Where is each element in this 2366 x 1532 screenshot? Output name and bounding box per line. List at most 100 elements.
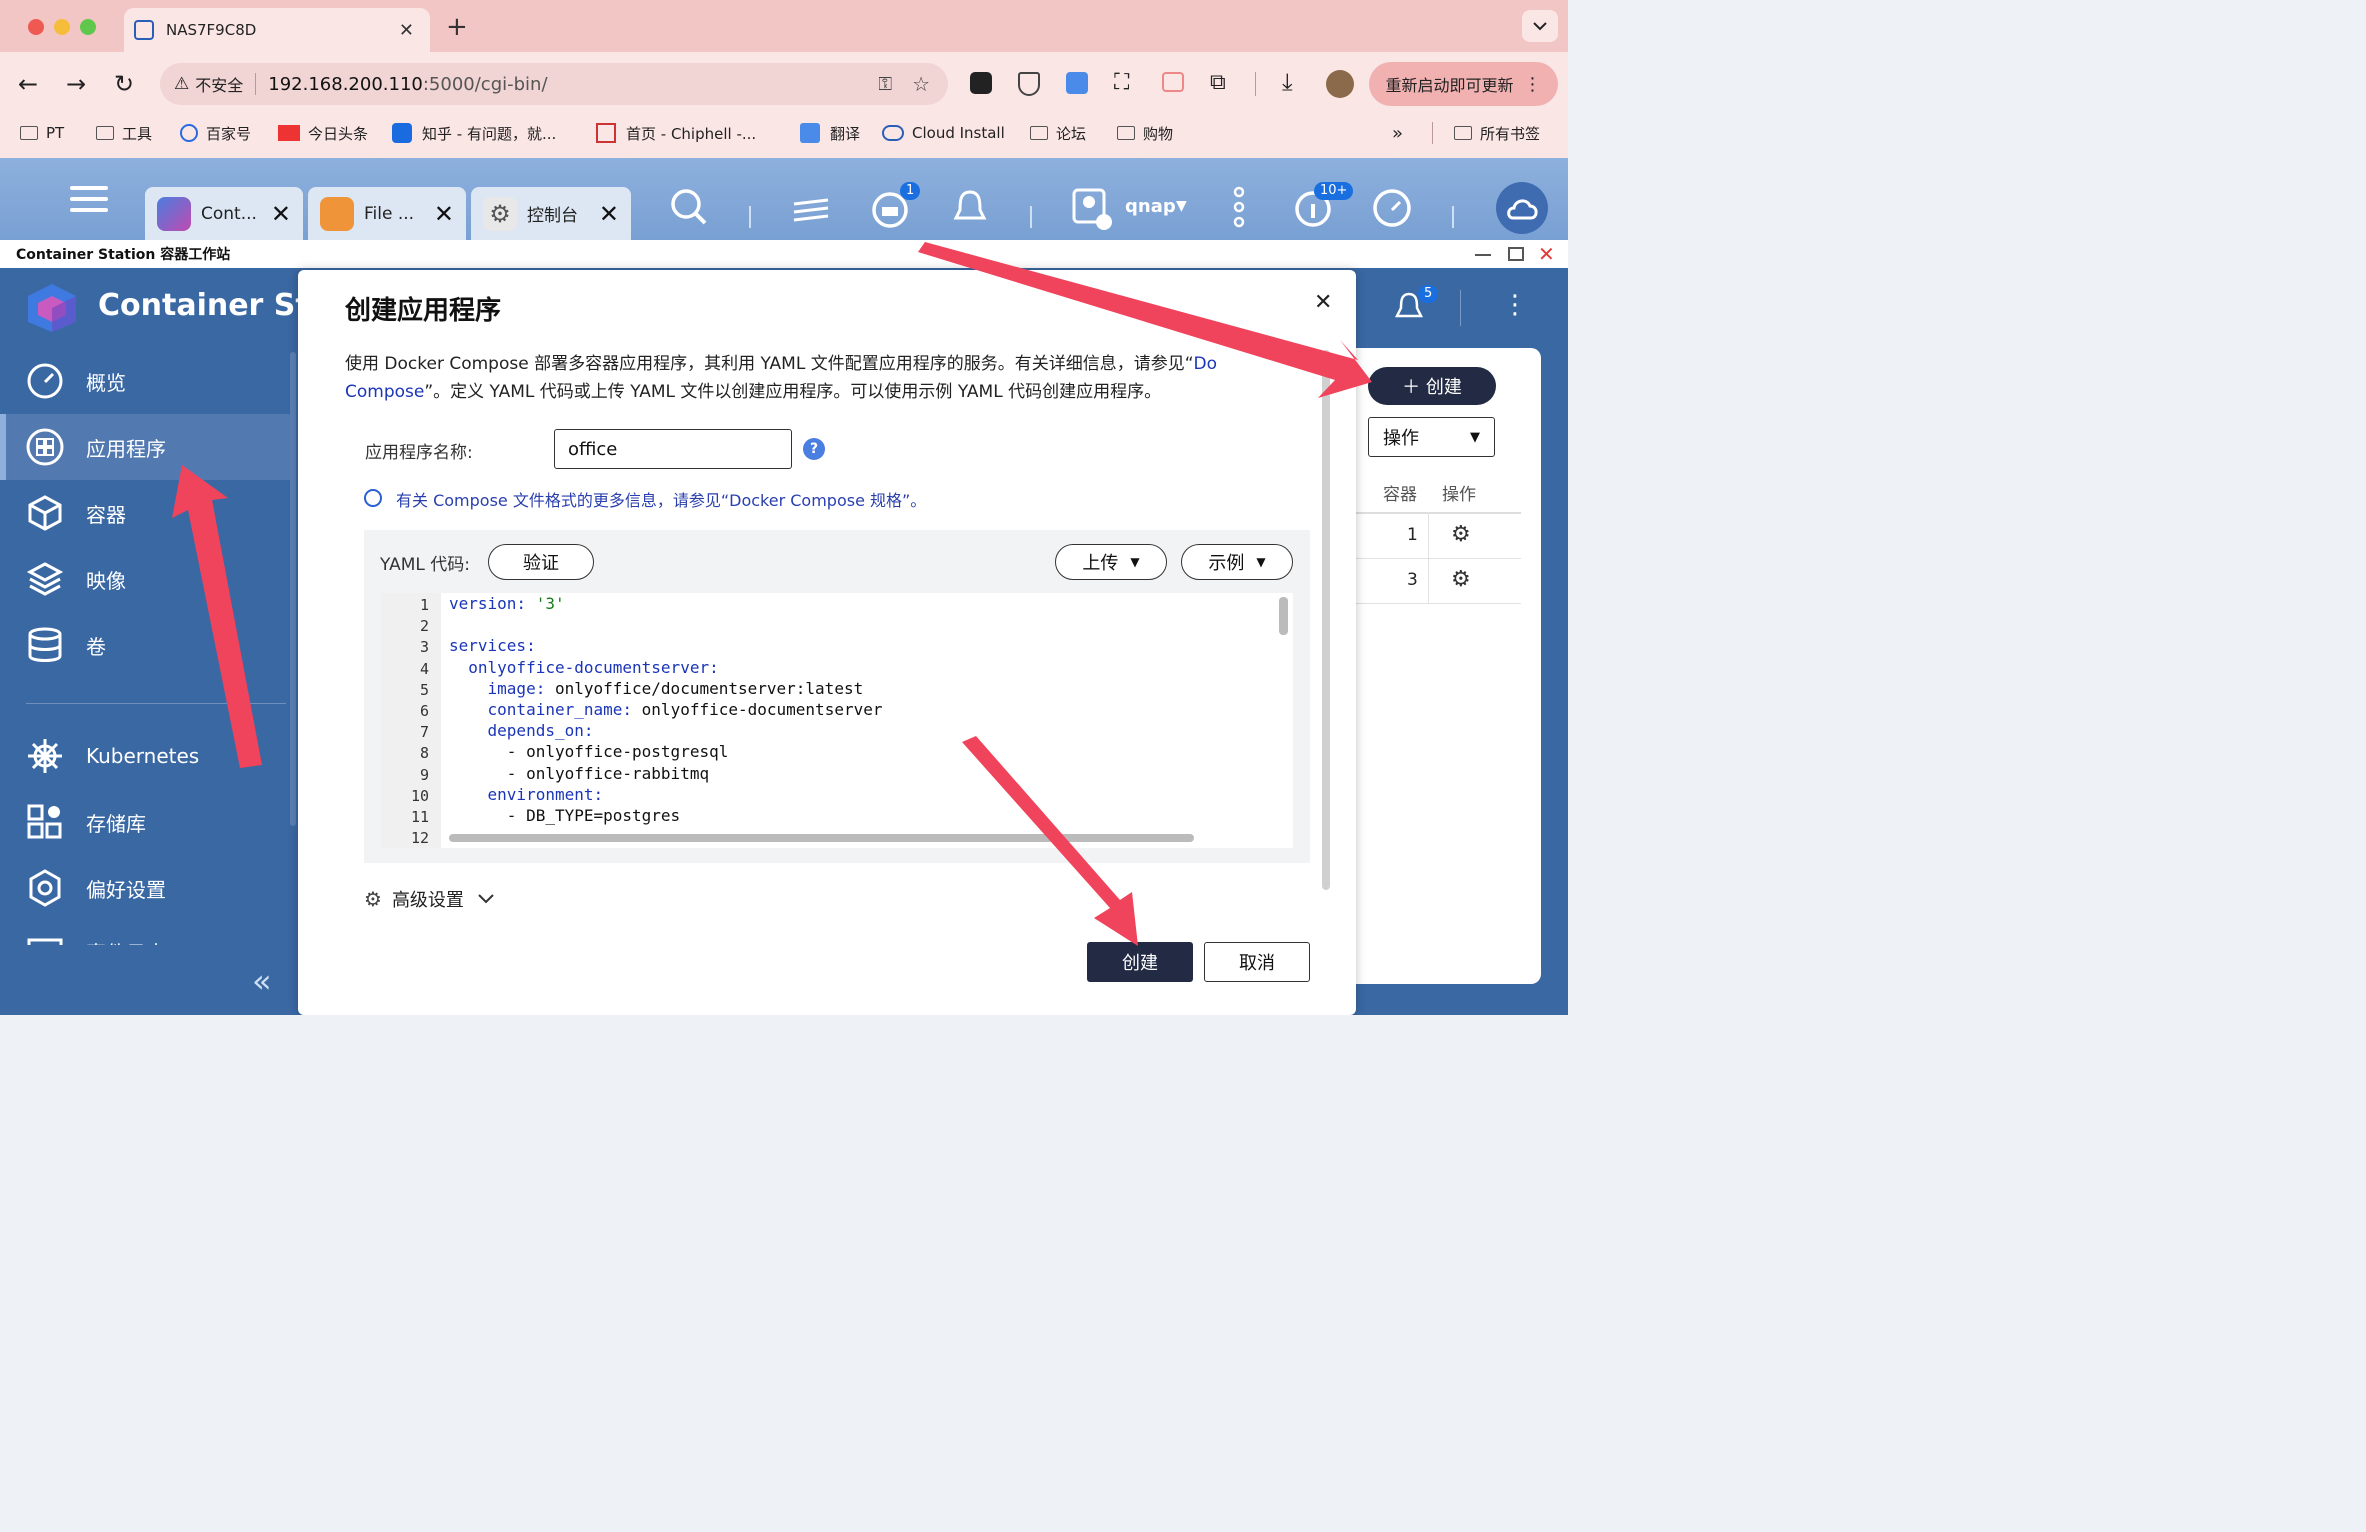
window-maximize-icon[interactable] [1508, 247, 1524, 261]
username[interactable]: qnap [1125, 196, 1176, 217]
sidebar-item-label: 卷 [86, 634, 106, 659]
close-icon[interactable]: ✕ [599, 200, 619, 228]
create-app-button[interactable]: ＋ 创建 [1368, 367, 1496, 405]
row-settings-gear-icon[interactable]: ⚙ [1451, 567, 1471, 592]
bookmark-label: Cloud Install [912, 124, 1005, 142]
qts-tab-control-panel[interactable]: ⚙ 控制台 ✕ [471, 187, 631, 240]
screenshot-extension-icon[interactable]: ⛶ [1114, 70, 1129, 95]
table-row-line [1356, 558, 1521, 559]
dashboard-gauge-icon[interactable] [1372, 188, 1412, 234]
upload-button[interactable]: 上传 ▼ [1055, 544, 1167, 580]
close-window-button[interactable] [28, 19, 44, 35]
chevron-down-icon: ▼ [1470, 429, 1480, 445]
more-vertical-icon: ⋮ [1523, 73, 1542, 95]
bookmark-toutiao[interactable]: 今日头条 [278, 121, 368, 145]
dialog-cancel-button[interactable]: 取消 [1204, 942, 1310, 982]
example-button[interactable]: 示例 ▼ [1181, 544, 1293, 580]
stack-icon[interactable] [792, 190, 830, 230]
bookmark-zhihu[interactable]: 知乎 - 有问题，就... [392, 121, 556, 145]
puzzle-extensions-icon[interactable]: ⧉ [1210, 70, 1226, 95]
bookmark-translate[interactable]: 翻译 [800, 121, 860, 145]
sidebar-item-label: 事件日志 [86, 937, 166, 945]
bookmark-baijiahao[interactable]: 百家号 [180, 121, 251, 145]
warning-icon: ⚠ [174, 74, 190, 94]
minimize-window-button[interactable] [54, 19, 70, 35]
sidebar-item-repository[interactable]: 存储库 [0, 789, 290, 855]
header-more-icon[interactable]: ⋮ [1502, 290, 1528, 320]
help-icon[interactable]: ? [803, 438, 825, 460]
forward-icon[interactable]: → [66, 70, 86, 98]
sidebar-scrollbar[interactable] [290, 352, 296, 826]
new-tab-button[interactable]: + [446, 12, 468, 42]
window-close-icon[interactable]: ✕ [1538, 242, 1555, 266]
docker-compose-link[interactable]: Do [1194, 354, 1218, 374]
bookmark-cloud-install[interactable]: Cloud Install [882, 121, 1005, 145]
line-number: 8 [419, 744, 429, 763]
user-icon[interactable] [1072, 188, 1112, 236]
app-name-input[interactable] [554, 429, 792, 469]
dialog-create-button[interactable]: 创建 [1087, 942, 1193, 982]
bell-icon[interactable] [952, 188, 988, 232]
docker-compose-link[interactable]: Compose [345, 382, 424, 402]
qts-tab-file-station[interactable]: File ... ✕ [308, 187, 466, 240]
bookmark-chiphell[interactable]: 首页 - Chiphell -... [596, 121, 756, 145]
col-header-containers[interactable]: 容器 [1383, 480, 1417, 505]
address-bar[interactable]: ⚠ 不安全 192.168.200.110 :5000/cgi-bin/ ⚿ ☆ [160, 63, 948, 105]
sidebar-item-images[interactable]: 映像 [0, 546, 290, 612]
compose-spec-link[interactable]: Docker Compose 规格 [729, 491, 902, 510]
bookmark-pt[interactable]: PT [20, 121, 64, 145]
download-icon[interactable]: ⤓ [1282, 68, 1293, 96]
bookmarks-separator [1432, 122, 1433, 144]
dialog-scrollbar[interactable] [1322, 350, 1330, 890]
code-vertical-scrollbar[interactable] [1279, 597, 1288, 635]
sidebar-item-event-log[interactable]: 事件日志 [0, 921, 290, 945]
browser-tab[interactable]: NAS7F9C8D ✕ [124, 8, 430, 52]
close-tab-icon[interactable]: ✕ [399, 20, 414, 41]
sidebar-item-containers[interactable]: 容器 [0, 480, 290, 546]
window-minimize-icon[interactable] [1475, 254, 1491, 256]
user-dropdown-icon[interactable]: ▼ [1176, 198, 1187, 214]
sidebar-item-overview[interactable]: 概览 [0, 348, 290, 414]
sidebar-item-volumes[interactable]: 卷 [0, 612, 290, 678]
sidebar-item-preferences[interactable]: 偏好设置 [0, 855, 290, 921]
close-icon[interactable]: ✕ [434, 200, 454, 228]
myqnapcloud-icon[interactable] [1496, 182, 1548, 234]
bitwarden-icon[interactable] [1018, 72, 1040, 96]
code-horizontal-scrollbar[interactable] [449, 834, 1194, 842]
more-options-icon[interactable] [1232, 186, 1246, 234]
line-number: 6 [419, 702, 429, 720]
reload-icon[interactable]: ↻ [114, 70, 134, 98]
bookmark-star-icon[interactable]: ☆ [912, 72, 930, 96]
close-icon[interactable]: ✕ [271, 200, 291, 228]
validate-button[interactable]: 验证 [488, 544, 594, 580]
search-icon[interactable] [670, 188, 708, 232]
dialog-close-icon[interactable]: ✕ [1314, 290, 1332, 315]
key-icon[interactable]: ⚿ [878, 74, 892, 95]
main-menu-icon[interactable] [70, 186, 108, 222]
code-line: environment: [449, 785, 604, 804]
bookmark-label: 工具 [122, 124, 153, 143]
all-bookmarks[interactable]: 所有书签 [1454, 121, 1540, 145]
container-station-app-icon [157, 196, 191, 231]
qts-tab-container-station[interactable]: Cont... ✕ [145, 187, 303, 240]
profile-avatar[interactable] [1326, 70, 1354, 98]
sidebar-item-kubernetes[interactable]: Kubernetes [0, 723, 290, 789]
bookmark-forum[interactable]: 论坛 [1030, 121, 1086, 145]
bookmark-tools[interactable]: 工具 [96, 121, 152, 145]
back-icon[interactable]: ← [18, 70, 38, 98]
chevron-down-icon: ▼ [1130, 555, 1140, 569]
advanced-settings-toggle[interactable]: ⚙ 高级设置 [364, 886, 494, 912]
collapse-sidebar-icon[interactable]: « [252, 962, 272, 1000]
sidebar-item-applications[interactable]: 应用程序 [0, 414, 290, 480]
bookmarks-overflow-button[interactable]: » [1392, 121, 1403, 145]
zoom-window-button[interactable] [80, 19, 96, 35]
folder-icon [1454, 126, 1472, 140]
tab-list-button[interactable] [1522, 10, 1558, 42]
translate-extension-icon[interactable] [1066, 72, 1088, 94]
tv-extension-icon[interactable] [1162, 72, 1184, 92]
row-settings-gear-icon[interactable]: ⚙ [1451, 522, 1471, 547]
actions-select[interactable]: 操作 ▼ [1368, 417, 1495, 457]
extension-icon[interactable] [970, 72, 992, 94]
relaunch-update-button[interactable]: 重新启动即可更新 ⋮ [1369, 62, 1558, 106]
bookmark-shopping[interactable]: 购物 [1117, 121, 1173, 145]
